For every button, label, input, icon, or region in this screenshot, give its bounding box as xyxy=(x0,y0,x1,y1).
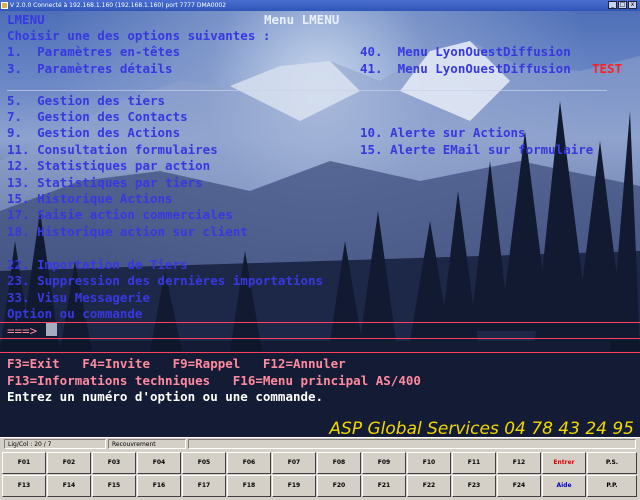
f04-key[interactable]: F04 xyxy=(137,452,181,474)
f02-key[interactable]: F02 xyxy=(47,452,91,474)
menu-option[interactable]: 3. Paramètres détails xyxy=(7,61,173,77)
status-bar: Lig/Col : 20 / 7 Recouvrement xyxy=(0,437,640,451)
minimize-button[interactable]: _ xyxy=(608,1,617,9)
f18-key[interactable]: F18 xyxy=(227,475,271,497)
input-bottom-line xyxy=(0,338,640,339)
input-label: Option ou commande xyxy=(7,306,143,321)
maximize-button[interactable]: □ xyxy=(618,1,627,9)
menu-option[interactable]: 33. Visu Messagerie xyxy=(7,290,150,306)
menu-option[interactable]: 41. Menu LyonOuestDiffusion xyxy=(360,61,571,77)
f17-key[interactable]: F17 xyxy=(182,475,226,497)
menu-option[interactable]: 10. Alerte sur Actions xyxy=(360,125,526,141)
input-mode: Recouvrement xyxy=(108,439,186,449)
page-down-key[interactable]: P.S. xyxy=(587,452,637,474)
title-bar: V 2.0.0 Connecté à 192.168.1.160 (192.16… xyxy=(0,0,640,11)
separator-line xyxy=(7,90,607,91)
menu-option[interactable]: 1. Paramètres en-têtes xyxy=(7,44,180,60)
f07-key[interactable]: F07 xyxy=(272,452,316,474)
function-key-line: F13=Informations techniques F16=Menu pri… xyxy=(7,373,421,388)
f14-key[interactable]: F14 xyxy=(47,475,91,497)
enter-key[interactable]: Entrer xyxy=(542,452,586,474)
company-banner: ASP Global Services 04 78 43 24 95 xyxy=(329,419,634,437)
f24-key[interactable]: F24 xyxy=(497,475,541,497)
separator-line xyxy=(0,352,640,353)
f10-key[interactable]: F10 xyxy=(407,452,451,474)
menu-option[interactable]: 11. Consultation formulaires xyxy=(7,142,218,158)
emulator-window: V 2.0.0 Connecté à 192.168.1.160 (192.16… xyxy=(0,0,640,500)
menu-title: Menu LMENU xyxy=(264,12,340,27)
f15-key[interactable]: F15 xyxy=(92,475,136,497)
menu-option[interactable]: 7. Gestion des Contacts xyxy=(7,109,188,125)
menu-option[interactable]: 9. Gestion des Actions xyxy=(7,125,180,141)
window-title: V 2.0.0 Connecté à 192.168.1.160 (192.16… xyxy=(10,2,227,9)
input-prompt: ===> xyxy=(7,323,38,338)
menu-option[interactable]: 40. Menu LyonOuestDiffusion xyxy=(360,44,571,60)
f08-key[interactable]: F08 xyxy=(317,452,361,474)
menu-option[interactable]: 23. Suppression des dernières importatio… xyxy=(7,273,323,289)
help-key[interactable]: Aide xyxy=(542,475,586,497)
menu-option[interactable]: 22. Importation de Tiers xyxy=(7,257,188,273)
menu-option[interactable]: 17. Saisie action commerciales xyxy=(7,207,233,223)
status-field xyxy=(188,439,636,449)
f22-key[interactable]: F22 xyxy=(407,475,451,497)
function-key-line: F3=Exit F4=Invite F9=Rappel F12=Annuler xyxy=(7,356,346,371)
f03-key[interactable]: F03 xyxy=(92,452,136,474)
input-top-line xyxy=(0,322,640,323)
menu-option[interactable]: 13. Statistiques par tiers xyxy=(7,175,203,191)
f01-key[interactable]: F01 xyxy=(2,452,46,474)
cursor-position: Lig/Col : 20 / 7 xyxy=(4,439,106,449)
close-button[interactable]: x xyxy=(628,1,637,9)
f19-key[interactable]: F19 xyxy=(272,475,316,497)
screen-id: LMENU xyxy=(7,12,45,27)
f13-key[interactable]: F13 xyxy=(2,475,46,497)
test-label: TEST xyxy=(592,61,623,76)
menu-option[interactable]: 5. Gestion des tiers xyxy=(7,93,165,109)
function-key-panel: F01 F02 F03 F04 F05 F06 F07 F08 F09 F10 … xyxy=(0,450,640,500)
status-message: Entrez un numéro d'option ou une command… xyxy=(7,389,324,404)
terminal-screen[interactable]: LMENU Menu LMENU Choisir une des options… xyxy=(0,11,640,437)
f20-key[interactable]: F20 xyxy=(317,475,361,497)
f11-key[interactable]: F11 xyxy=(452,452,496,474)
menu-option[interactable]: 12. Statistiques par action xyxy=(7,158,210,174)
f16-key[interactable]: F16 xyxy=(137,475,181,497)
f23-key[interactable]: F23 xyxy=(452,475,496,497)
f12-key[interactable]: F12 xyxy=(497,452,541,474)
app-icon xyxy=(1,2,8,9)
menu-option[interactable]: 15. Historique Actions xyxy=(7,191,173,207)
menu-option[interactable]: 18. Historique action sur client xyxy=(7,224,248,240)
page-up-key[interactable]: P.P. xyxy=(587,475,637,497)
menu-option[interactable]: 15. Alerte EMail sur formulaire xyxy=(360,142,593,158)
f21-key[interactable]: F21 xyxy=(362,475,406,497)
command-input[interactable] xyxy=(46,323,57,336)
f05-key[interactable]: F05 xyxy=(182,452,226,474)
f06-key[interactable]: F06 xyxy=(227,452,271,474)
f09-key[interactable]: F09 xyxy=(362,452,406,474)
menu-prompt: Choisir une des options suivantes : xyxy=(7,28,271,43)
